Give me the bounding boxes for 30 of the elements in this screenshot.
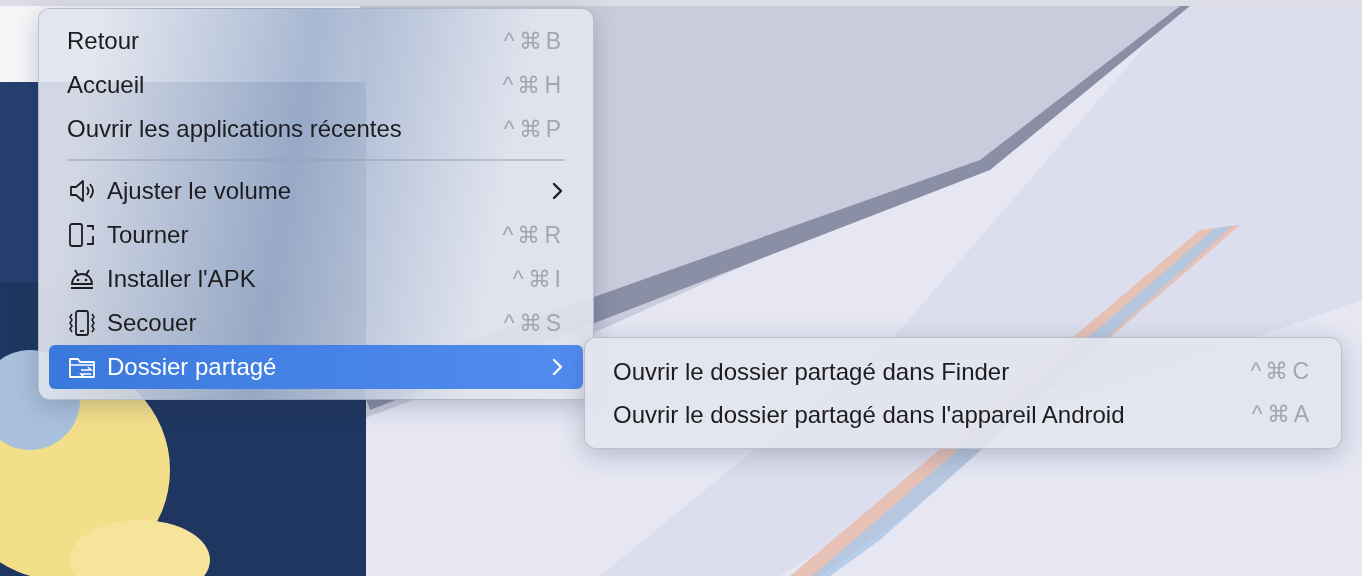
- menu-label: Accueil: [67, 70, 145, 100]
- menu-item[interactable]: Dossier partagé: [49, 345, 583, 389]
- menu-label: Installer l'APK: [107, 264, 256, 294]
- shortcut-text: ^⌘B: [503, 26, 565, 56]
- chevron-right-icon: [551, 181, 565, 201]
- menu-label: Dossier partagé: [107, 352, 277, 382]
- menu-item[interactable]: Tourner ^⌘R: [49, 213, 583, 257]
- menu-label: Ajuster le volume: [107, 176, 292, 206]
- shortcut-text: ^⌘P: [503, 114, 565, 144]
- menu-item[interactable]: Ajuster le volume: [49, 169, 583, 213]
- chevron-right-icon: [551, 357, 565, 377]
- menu-label: Ouvrir le dossier partagé dans l'appareil Android: [613, 399, 1125, 430]
- menu-label: Ouvrir les applications récentes: [67, 114, 402, 144]
- menu-label: Tourner: [107, 220, 189, 250]
- shortcut-text: ^⌘S: [503, 308, 565, 338]
- shortcut-text: ^⌘I: [512, 264, 565, 294]
- menu-label: Ouvrir le dossier partagé dans Finder: [613, 356, 1010, 387]
- menu-label: Retour: [67, 26, 140, 56]
- menu-item[interactable]: Ouvrir le dossier partagé dans Finder ^⌘C: [595, 350, 1331, 393]
- shortcut-text: ^⌘R: [502, 220, 565, 250]
- menu-item[interactable]: Accueil ^⌘H: [49, 63, 583, 107]
- menu-item[interactable]: Ouvrir le dossier partagé dans l'appareil Android ^⌘A: [595, 393, 1331, 436]
- menu-item[interactable]: Ouvrir les applications récentes ^⌘P: [49, 107, 583, 151]
- shortcut-text: ^⌘H: [502, 70, 565, 100]
- shortcut-text: ^⌘A: [1251, 400, 1313, 430]
- menu-item[interactable]: Retour ^⌘B: [49, 19, 583, 63]
- shortcut-text: ^⌘C: [1250, 357, 1313, 387]
- menu-item[interactable]: Installer l'APK ^⌘I: [49, 257, 583, 301]
- menu-label: Secouer: [107, 308, 197, 338]
- menu-item[interactable]: Secouer ^⌘S: [49, 301, 583, 345]
